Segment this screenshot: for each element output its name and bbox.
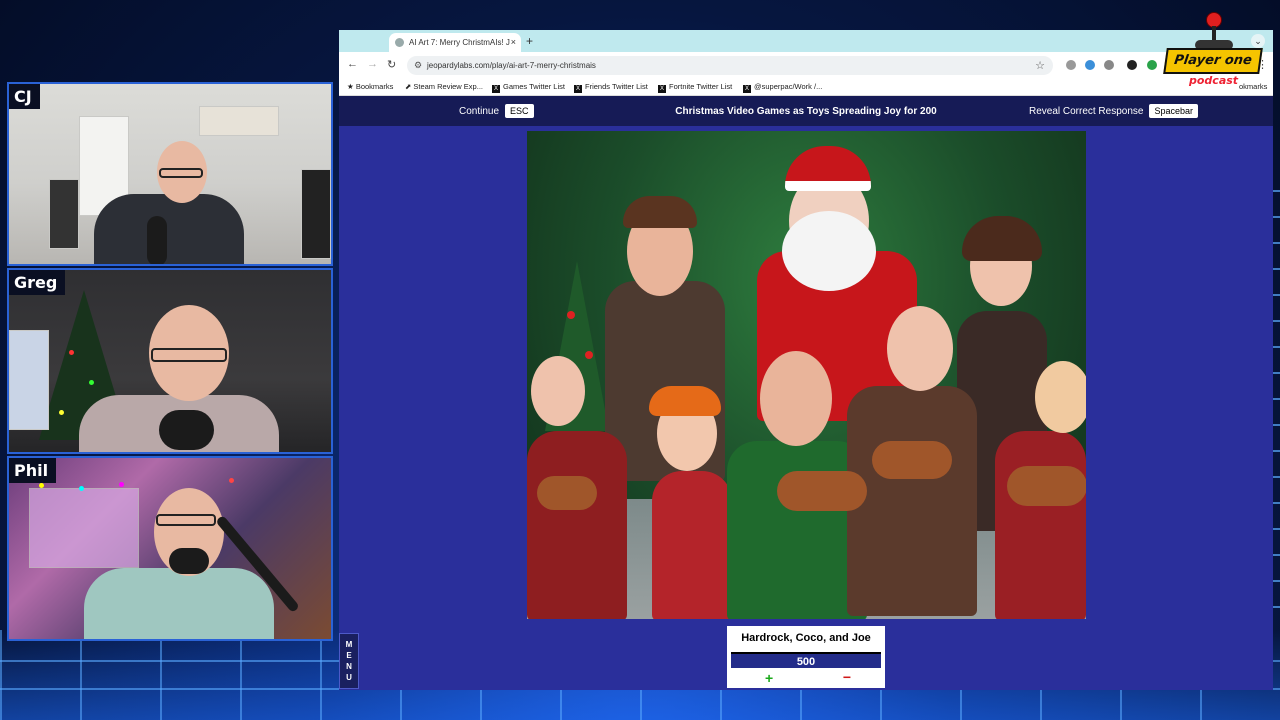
- tab-title: AI Art 7: Merry ChristmAIs! J: [409, 38, 510, 47]
- cam-name-label: CJ: [9, 84, 40, 109]
- site-info-icon[interactable]: ⚙: [414, 60, 422, 71]
- light: [229, 478, 234, 483]
- favicon-icon: [395, 38, 404, 47]
- cam-name-label: Greg: [9, 270, 66, 295]
- forward-icon[interactable]: →: [367, 58, 378, 70]
- toy-hair: [962, 216, 1042, 261]
- reload-icon[interactable]: ↻: [387, 58, 396, 71]
- santa-hat: [785, 146, 871, 191]
- bookmark-item[interactable]: X @superpac/Work /...: [743, 82, 822, 93]
- toy-body: [995, 431, 1086, 619]
- toy-head: [1035, 361, 1086, 433]
- browser-tab[interactable]: AI Art 7: Merry ChristmAIs! J ×: [389, 33, 521, 52]
- toy-head: [760, 351, 832, 446]
- person-body: [94, 194, 244, 264]
- light: [59, 410, 64, 415]
- browser-toolbar: ← → ↻ ⚙ jeopardylabs.com/play/ai-art-7-m…: [339, 52, 1273, 78]
- toy-head: [887, 306, 953, 391]
- bookmark-item[interactable]: ⬈ Steam Review Exp...: [405, 82, 483, 91]
- question-image: [527, 131, 1086, 619]
- extension-icon[interactable]: [1066, 60, 1076, 70]
- team-name[interactable]: Hardrock, Coco, and Joe: [727, 626, 885, 644]
- spacebar-key[interactable]: Spacebar: [1149, 104, 1198, 118]
- toy-body: [527, 431, 627, 619]
- ornament: [567, 311, 575, 319]
- microphone: [147, 216, 167, 264]
- ornament: [585, 351, 593, 359]
- webcam-greg: Greg: [7, 268, 333, 454]
- toy-body: [847, 386, 977, 616]
- team-score-card: Hardrock, Coco, and Joe 500 + −: [727, 626, 885, 688]
- webcam-phil: Phil: [7, 456, 333, 641]
- bookmark-item[interactable]: X Friends Twitter List: [574, 82, 648, 93]
- reveal-response-button[interactable]: Reveal Correct Response Spacebar: [1029, 104, 1198, 118]
- monitor: [301, 169, 331, 259]
- subtract-points-button[interactable]: −: [843, 669, 851, 685]
- new-tab-button[interactable]: +: [526, 34, 533, 48]
- glasses: [156, 514, 216, 526]
- light: [119, 482, 124, 487]
- url-text: jeopardylabs.com/play/ai-art-7-merry-chr…: [427, 61, 596, 70]
- jeopardy-page: Continue ESC Christmas Video Games as Toy…: [339, 96, 1273, 690]
- toy-guitar: [537, 476, 597, 510]
- bookmark-item[interactable]: X Games Twitter List: [492, 82, 565, 93]
- question-bar: Continue ESC Christmas Video Games as Toy…: [339, 96, 1273, 126]
- person-body: [84, 568, 274, 639]
- toy-head: [531, 356, 585, 426]
- extension-icon[interactable]: [1127, 60, 1137, 70]
- extension-icon[interactable]: [1147, 60, 1157, 70]
- toy-body: [652, 471, 732, 619]
- side-grid: [1272, 190, 1280, 630]
- wall-sign: [9, 330, 49, 430]
- close-icon[interactable]: ×: [511, 37, 516, 47]
- toy-guitar: [872, 441, 952, 479]
- menu-button[interactable]: MENU: [339, 633, 359, 689]
- microphone: [159, 410, 214, 450]
- light: [79, 486, 84, 491]
- back-icon[interactable]: ←: [347, 58, 358, 70]
- light: [89, 380, 94, 385]
- cam-name-label: Phil: [9, 458, 57, 483]
- shelf: [199, 106, 279, 136]
- bookmark-item[interactable]: X Fortnite Twitter List: [658, 82, 732, 93]
- toy-body: [727, 441, 867, 619]
- extension-icon[interactable]: [1104, 60, 1114, 70]
- santa-beard: [782, 211, 876, 291]
- podcast-logo: Player one podcast: [1163, 12, 1263, 98]
- tab-strip: AI Art 7: Merry ChristmAIs! J × + ⌄: [339, 30, 1273, 52]
- glasses: [159, 168, 203, 178]
- logo-subtitle: podcast: [1189, 74, 1239, 87]
- bookmark-item[interactable]: ★ Bookmarks: [347, 82, 393, 91]
- team-score: 500: [731, 652, 881, 668]
- microphone: [169, 548, 209, 574]
- add-points-button[interactable]: +: [765, 670, 773, 686]
- webcam-cj: CJ: [7, 82, 333, 266]
- glasses: [151, 348, 227, 362]
- toy-hair: [649, 386, 721, 416]
- light: [39, 483, 44, 488]
- browser-window: AI Art 7: Merry ChristmAIs! J × + ⌄ ← → …: [339, 30, 1273, 690]
- frame: [49, 179, 79, 249]
- bookmarks-bar: ★ Bookmarks ⬈ Steam Review Exp... X Games…: [339, 78, 1273, 96]
- light: [69, 350, 74, 355]
- lit-shelf: [29, 488, 139, 568]
- toy-guitar: [1007, 466, 1086, 506]
- extension-icon[interactable]: [1085, 60, 1095, 70]
- bookmark-star-icon[interactable]: ☆: [1035, 59, 1045, 72]
- toy-guitar: [777, 471, 867, 511]
- logo-title: Player one: [1163, 48, 1263, 74]
- toy-hair: [623, 196, 697, 228]
- address-bar[interactable]: ⚙ jeopardylabs.com/play/ai-art-7-merry-c…: [407, 56, 1053, 75]
